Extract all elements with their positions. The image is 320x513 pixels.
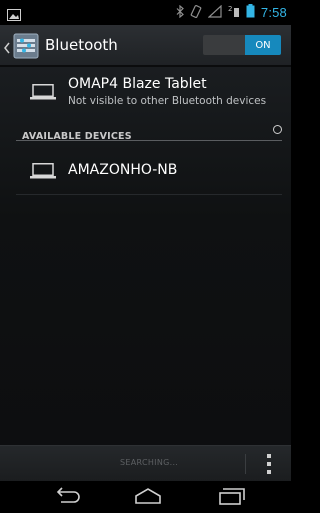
gallery-notification-icon [7, 6, 21, 21]
page-title: Bluetooth [45, 36, 118, 54]
bottom-action-bar: SEARCHING... [0, 445, 291, 481]
toggle-on-label: ON [245, 35, 281, 55]
laptop-icon [30, 84, 56, 104]
home-icon[interactable] [133, 486, 163, 510]
overflow-menu-icon[interactable] [266, 454, 272, 474]
bluetooth-settings-icon[interactable] [13, 33, 39, 59]
search-for-devices-button[interactable]: SEARCHING... [120, 458, 178, 467]
data-2g-icon: 2 [228, 3, 240, 22]
bluetooth-device-list: OMAP4 Blaze Tablet Not visible to other … [0, 67, 291, 445]
local-device-name: OMAP4 Blaze Tablet [68, 76, 207, 92]
section-divider [16, 140, 282, 141]
bluetooth-icon [176, 3, 184, 22]
svg-text:2: 2 [228, 5, 232, 13]
signal-icon [207, 3, 222, 22]
progress-spinner-icon [273, 125, 282, 134]
battery-icon [246, 3, 255, 22]
bluetooth-toggle[interactable]: ON [203, 35, 281, 55]
back-icon[interactable] [52, 486, 82, 510]
recents-icon[interactable] [217, 486, 247, 510]
navigation-bar [0, 481, 291, 513]
local-device-visibility: Not visible to other Bluetooth devices [68, 95, 267, 107]
vibrate-icon [190, 3, 202, 22]
available-device-name: AMAZONHO-NB [68, 162, 178, 178]
up-caret-icon[interactable] [4, 39, 10, 58]
laptop-icon [30, 163, 56, 183]
divider [245, 454, 246, 474]
clock: 7:58 [260, 4, 287, 20]
row-divider [16, 194, 282, 195]
status-bar: 2 7:58 [0, 0, 291, 25]
action-bar: Bluetooth ON [0, 25, 291, 67]
local-device-row[interactable]: OMAP4 Blaze Tablet Not visible to other … [0, 67, 291, 117]
